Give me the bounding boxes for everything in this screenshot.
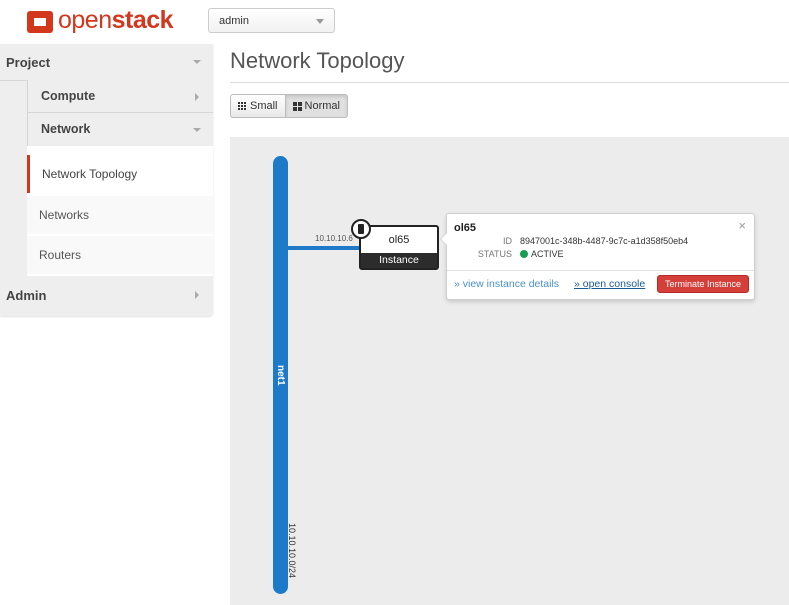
instance-type-label: Instance [361, 253, 437, 268]
sidebar-group-network[interactable]: Network [27, 113, 213, 146]
server-icon [351, 219, 371, 239]
top-bar: openstack admin [0, 0, 789, 44]
small-view-button[interactable]: Small [230, 94, 285, 118]
port-ip-label: 10.10.10.6 [315, 234, 353, 243]
status-text: ACTIVE [531, 249, 564, 259]
instance-id-value: 8947001c-348b-4487-9c7c-a1d358f50eb4 [520, 236, 689, 246]
sidebar-group-label: Network [41, 122, 91, 136]
view-instance-details-link[interactable]: » view instance details [454, 278, 559, 290]
project-selector-value: admin [219, 15, 249, 27]
sidebar-group-compute[interactable]: Compute [27, 80, 213, 113]
sidebar: Project Compute Network Network Topology… [0, 44, 213, 316]
four-squares-icon [292, 102, 302, 111]
open-console-link[interactable]: » open console [574, 278, 645, 290]
chevron-down-icon [193, 60, 201, 64]
sidebar-item-label: Networks [39, 208, 90, 222]
terminate-instance-button[interactable]: Terminate Instance [657, 275, 749, 293]
sidebar-item-routers[interactable]: Routers [27, 236, 213, 274]
small-view-label: Small [250, 100, 278, 112]
sidebar-panel-admin[interactable]: Admin [0, 277, 213, 314]
instance-node[interactable]: ol65 Instance [351, 219, 439, 270]
sidebar-panel-label: Admin [6, 288, 47, 303]
network-cidr: 10.10.10.0/24 [287, 523, 297, 579]
status-dot-icon [520, 250, 528, 258]
sidebar-panel-label: Project [6, 55, 51, 70]
logo-text: openstack [58, 6, 174, 34]
view-size-toggle: Small Normal [230, 94, 348, 118]
status-label: STATUS [477, 249, 512, 259]
network-name: net1 [275, 365, 286, 386]
id-label: ID [503, 236, 512, 246]
chevron-down-icon [193, 128, 201, 132]
balloon-title: ol65 [454, 222, 477, 234]
sidebar-group-label: Compute [41, 89, 96, 103]
chevron-right-icon [195, 291, 199, 299]
network-nav-list: Network Topology Networks Routers [27, 146, 213, 276]
status-value: ACTIVE [520, 249, 564, 259]
port-link [288, 246, 360, 250]
normal-view-button[interactable]: Normal [284, 94, 348, 118]
grid-icon [238, 102, 247, 111]
logo[interactable]: openstack [0, 0, 213, 44]
instance-info-balloon: ol65 × ID 8947001c-348b-4487-9c7c-a1d358… [440, 213, 755, 300]
balloon-divider [447, 270, 754, 271]
chevron-down-icon [316, 19, 324, 24]
sidebar-item-label: Routers [39, 248, 82, 262]
topology-canvas[interactable]: net1 10.10.10.0/24 10.10.10.6 ol65 Insta… [230, 137, 789, 605]
project-selector[interactable]: admin [208, 8, 335, 33]
instance-box: ol65 Instance [359, 225, 439, 270]
sidebar-item-label: Network Topology [42, 167, 138, 181]
title-divider [230, 82, 789, 83]
instance-name: ol65 [388, 234, 410, 246]
chevron-right-icon [195, 93, 199, 101]
page-title: Network Topology [230, 48, 405, 73]
sidebar-item-network-topology[interactable]: Network Topology [27, 155, 213, 193]
openstack-logo-icon [27, 11, 53, 33]
sidebar-panel-project[interactable]: Project [0, 44, 213, 81]
sidebar-item-networks[interactable]: Networks [27, 196, 213, 234]
close-icon[interactable]: × [738, 218, 746, 233]
normal-view-label: Normal [304, 100, 340, 112]
